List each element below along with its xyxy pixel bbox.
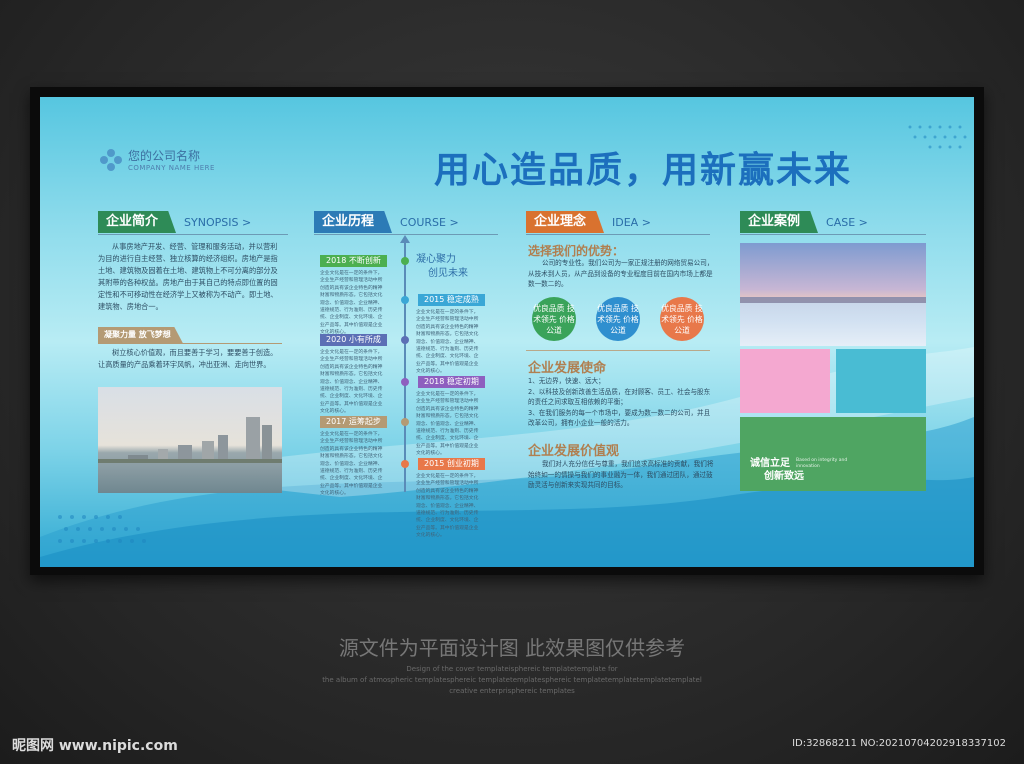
advantage-circle: 优良品质 技术领先 价格公道: [532, 297, 576, 341]
slogan-line-1: 凝心聚力: [416, 254, 456, 265]
mission-list: 1、无边界，快速、远大； 2、以科技及创新改善生活品质，在对顾客、员工、社会与股…: [528, 376, 716, 429]
mission-item: 2、以科技及创新改善生活品质，在对顾客、员工、社会与股东的责任之间求取互相依赖的…: [528, 387, 711, 407]
site-watermark: 昵图网 www.nipic.com: [12, 738, 178, 754]
timeline-dot: [401, 257, 409, 265]
case-slogan-en: Based on integrity and innovation: [796, 458, 848, 469]
footer-small-2: the album of atmospheric templatespherei…: [322, 676, 702, 684]
timeline-label: 2015 稳定成熟: [418, 294, 485, 306]
headline: 用心造品质，用新赢未来: [434, 150, 853, 191]
synopsis-subtitle: 凝聚力量 放飞梦想: [98, 327, 183, 343]
timeline-desc: 企业文化是在一定的条件下，企业生产经营和管理活动中所创造的具有该企业特色的精神财…: [320, 432, 383, 497]
value-heading: 企业发展价值观: [528, 444, 620, 459]
timeline-label: 2018 稳定初期: [418, 376, 485, 388]
advantage-circle: 优良品质 技术领先 价格公道: [596, 297, 640, 341]
case-title: 企业案例: [740, 211, 819, 233]
timeline-label: 2017 运筹起步: [320, 416, 387, 428]
case-tag: 企业案例 CASE >: [740, 211, 868, 233]
timeline-dot: [401, 296, 409, 304]
timeline-axis: [404, 242, 406, 492]
timeline-desc: 企业文化是在一定的条件下，企业生产经营和管理活动中所创造的具有该企业特色的精神财…: [416, 310, 479, 375]
timeline-desc: 企业文化是在一定的条件下，企业生产经营和管理活动中所创造的具有该企业特色的精神财…: [320, 350, 383, 415]
display-board: 您的公司名称 COMPANY NAME HERE 用心造品质，用新赢未来 企业简…: [40, 97, 974, 567]
case-pink-block: [740, 349, 830, 413]
image-id: ID:32868211 NO:20210704202918337102: [792, 738, 1006, 749]
synopsis-en: SYNOPSIS >: [184, 215, 252, 229]
divider: [526, 350, 710, 351]
synopsis-sub-body: 树立核心价值观，而且要善于学习，要要善于创造。让高质量的产品乘着环宇风帆，冲出亚…: [98, 348, 278, 369]
idea-tag: 企业理念 IDEA >: [526, 211, 651, 233]
divider: [526, 234, 710, 235]
case-green-block: 诚信立足 创新致远 Based on integrity and innovat…: [740, 417, 926, 491]
course-tag: 企业历程 COURSE >: [314, 211, 459, 233]
idea-en: IDEA >: [612, 215, 651, 229]
footer-small-3: creative enterprisphereic templates: [449, 687, 575, 695]
idea-title: 企业理念: [526, 211, 605, 233]
timeline-label: 2020 小有所成: [320, 334, 387, 346]
company-logo: 您的公司名称 COMPANY NAME HERE: [100, 147, 215, 172]
value-body: 我们对人充分信任与尊重，我们追求高标准的贡献，我们将始终如一的情操与我们的事业融…: [528, 460, 714, 489]
advantage-circle: 优良品质 技术领先 价格公道: [660, 297, 704, 341]
slogan-line-2: 创见未来: [428, 268, 468, 279]
course-title: 企业历程: [314, 211, 393, 233]
synopsis-title: 企业简介: [98, 211, 177, 233]
timeline-label: 2015 创业初期: [418, 458, 485, 470]
flower-logo-icon: [100, 148, 122, 171]
case-teal-block: [836, 349, 926, 413]
city-sea-photo: [740, 243, 926, 346]
mission-item: 1、无边界，快速、远大；: [528, 377, 605, 385]
synopsis-body: 从事房地产开发、经营、管理和服务活动，并以营利为目的进行自主经营、独立核算的经济…: [98, 242, 278, 311]
city-photo: [98, 387, 282, 493]
timeline-desc: 企业文化是在一定的条件下，企业生产经营和管理活动中所创造的具有该企业特色的精神财…: [416, 392, 479, 457]
timeline-desc: 企业文化是在一定的条件下，企业生产经营和管理活动中所创造的具有该企业特色的精神财…: [416, 474, 479, 539]
timeline-desc: 企业文化是在一定的条件下，企业生产经营和管理活动中所创造的具有该企业特色的精神财…: [320, 271, 383, 336]
mission-heading: 企业发展使命: [528, 361, 607, 376]
case-en: CASE >: [826, 215, 868, 229]
timeline-dot: [401, 378, 409, 386]
case-slogan-line-2: 创新致远: [764, 471, 804, 482]
mission-item: 3、在我们服务的每一个市场中，要成为数一数二的公司，并且改革公司，拥有小企业一般…: [528, 408, 711, 428]
advantage-heading: 选择我们的优势：: [528, 244, 625, 258]
timeline-dot: [401, 336, 409, 344]
timeline-dot: [401, 460, 409, 468]
disclaimer-caption: 源文件为平面设计图 此效果图仅供参考: [338, 636, 686, 660]
divider: [98, 343, 282, 344]
footer-small-1: Design of the cover templateisphereic te…: [406, 665, 618, 673]
course-slogan: 凝心聚力 创见未来: [416, 253, 468, 281]
company-name: 您的公司名称: [128, 149, 201, 163]
timeline-label: 2018 不断创新: [320, 255, 387, 267]
synopsis-tag: 企业简介 SYNOPSIS >: [98, 211, 251, 233]
advantage-body: 公司的专业性。我们公司为一家正规注册的网络贸易公司，从技术到人员，从产品到设备的…: [528, 259, 714, 288]
course-en: COURSE >: [400, 215, 459, 229]
divider: [740, 234, 926, 235]
company-name-en: COMPANY NAME HERE: [128, 164, 215, 172]
divider: [98, 234, 288, 235]
timeline-dot: [401, 418, 409, 426]
